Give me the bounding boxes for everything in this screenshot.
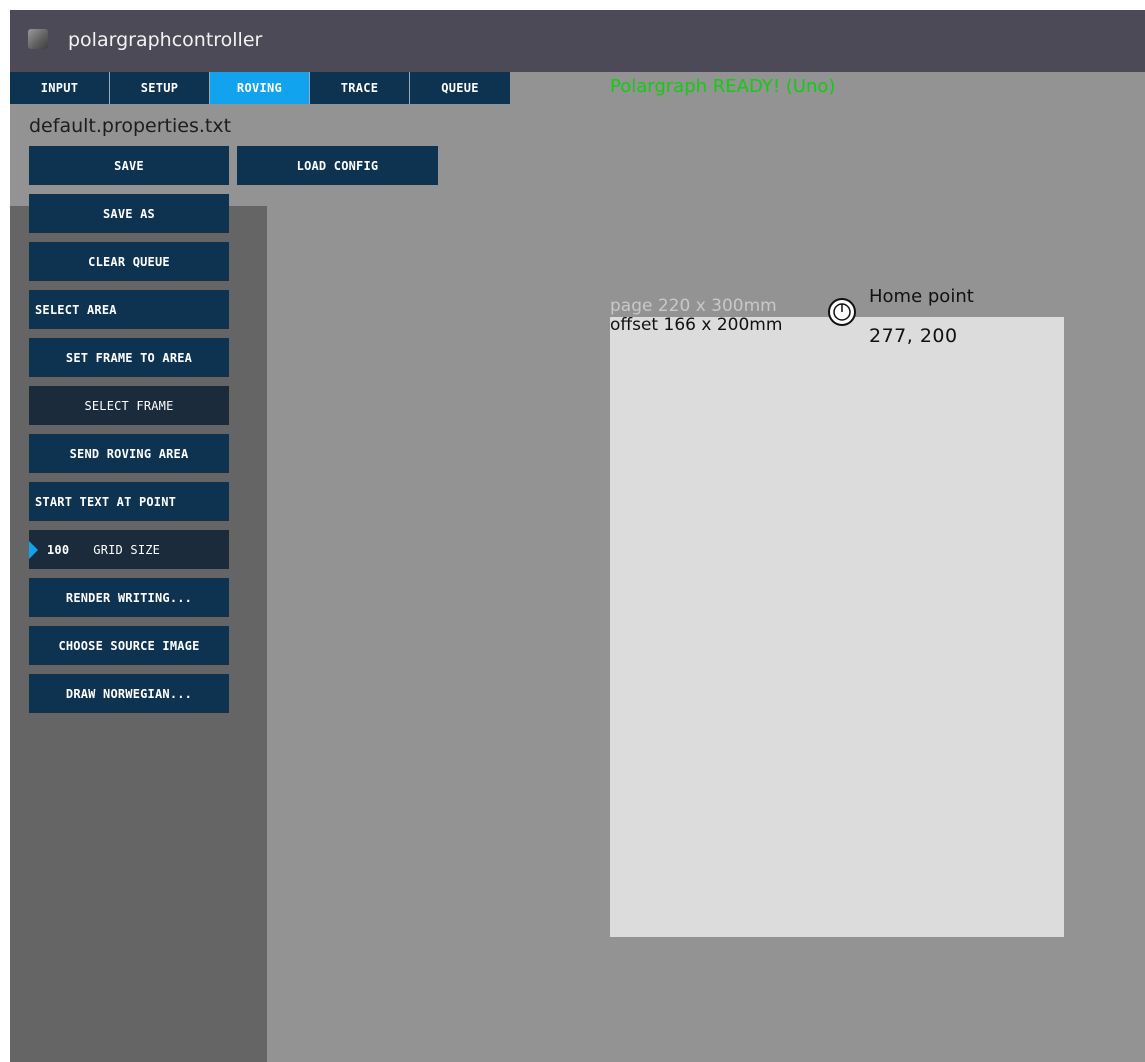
select-frame-button[interactable]: SELECT FRAME (29, 386, 229, 425)
page-offset-label: offset 166 x 200mm (610, 315, 783, 335)
send-roving-area-button[interactable]: SEND ROVING AREA (29, 434, 229, 473)
grid-size-value: 100 (47, 542, 70, 557)
choose-source-image-button[interactable]: CHOOSE SOURCE IMAGE (29, 626, 229, 665)
grid-size-label: GRID SIZE (93, 542, 161, 557)
home-point-label: Home point (869, 286, 974, 307)
window-title: polargraphcontroller (68, 29, 263, 51)
start-text-at-point-button[interactable]: START TEXT AT POINT (29, 482, 229, 521)
select-area-button[interactable]: SELECT AREA (29, 290, 229, 329)
tab-queue[interactable]: QUEUE (410, 72, 510, 104)
app-window: polargraphcontroller INPUT SETUP ROVING … (10, 10, 1145, 1062)
page-area[interactable] (610, 317, 1064, 937)
value-arrow-icon (29, 540, 38, 559)
tab-setup[interactable]: SETUP (110, 72, 210, 104)
render-writing-button[interactable]: RENDER WRITING... (29, 578, 229, 617)
save-as-button[interactable]: SAVE AS (29, 194, 229, 233)
config-filename: default.properties.txt (29, 115, 232, 137)
app-icon (28, 29, 48, 49)
tab-trace[interactable]: TRACE (310, 72, 410, 104)
tab-roving[interactable]: ROVING (210, 72, 310, 104)
clear-queue-button[interactable]: CLEAR QUEUE (29, 242, 229, 281)
load-config-button[interactable]: LOAD CONFIG (237, 146, 438, 185)
tab-input[interactable]: INPUT (10, 72, 110, 104)
home-point-coords: 277, 200 (869, 325, 958, 347)
title-bar: polargraphcontroller (10, 10, 1145, 72)
draw-norwegian-button[interactable]: DRAW NORWEGIAN... (29, 674, 229, 713)
home-point-icon[interactable] (827, 297, 857, 327)
page-size-label: page 220 x 300mm (610, 296, 777, 316)
tab-bar: INPUT SETUP ROVING TRACE QUEUE (10, 72, 510, 104)
save-button[interactable]: SAVE (29, 146, 229, 185)
set-frame-to-area-button[interactable]: SET FRAME TO AREA (29, 338, 229, 377)
status-text: Polargraph READY! (Uno) (610, 76, 836, 97)
grid-size-control[interactable]: 100 GRID SIZE (29, 530, 229, 569)
